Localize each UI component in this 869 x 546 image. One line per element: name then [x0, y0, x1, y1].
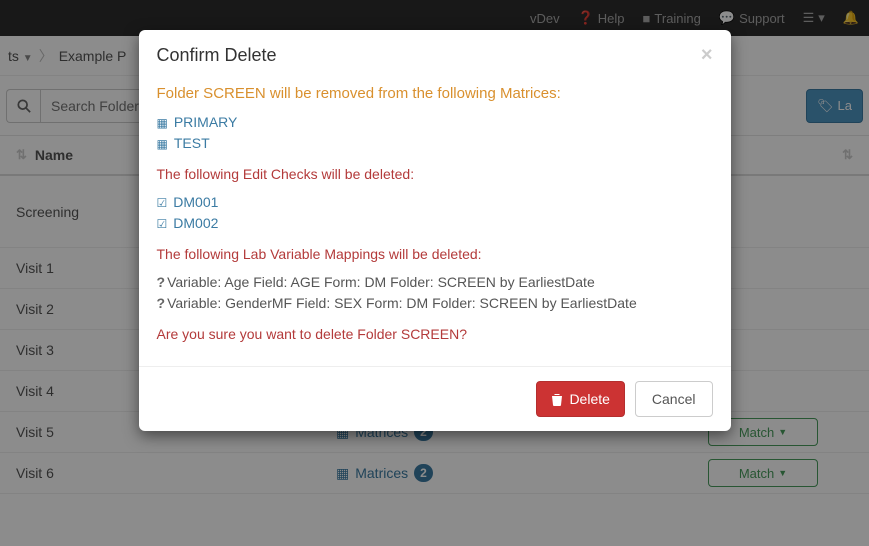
edit-check-link[interactable]: ☑DM002: [157, 213, 713, 234]
close-icon[interactable]: ×: [701, 44, 713, 67]
edit-check-link[interactable]: ☑DM001: [157, 192, 713, 213]
matrix-link[interactable]: ▦PRIMARY: [157, 112, 713, 133]
trash-icon: [551, 393, 563, 406]
matrix-link-list: ▦PRIMARY ▦TEST: [157, 112, 713, 154]
modal-title: Confirm Delete: [157, 45, 277, 66]
modal-backdrop: Confirm Delete × Folder SCREEN will be r…: [0, 0, 869, 546]
matrix-link[interactable]: ▦TEST: [157, 133, 713, 154]
question-icon: ?: [157, 295, 166, 311]
lab-variable: ?Variable: Age Field: AGE Form: DM Folde…: [157, 272, 713, 293]
modal-body: Folder SCREEN will be removed from the f…: [139, 85, 731, 366]
confirm-question: Are you sure you want to delete Folder S…: [157, 326, 713, 342]
question-icon: ?: [157, 274, 166, 290]
check-icon: ☑: [157, 215, 168, 233]
check-icon: ☑: [157, 194, 168, 212]
lab-variable: ?Variable: GenderMF Field: SEX Form: DM …: [157, 293, 713, 314]
grid-icon: ▦: [157, 114, 168, 132]
removed-matrices-msg: Folder SCREEN will be removed from the f…: [157, 85, 713, 102]
modal-footer: Delete Cancel: [139, 366, 731, 431]
confirm-delete-modal: Confirm Delete × Folder SCREEN will be r…: [139, 30, 731, 431]
edit-check-link-list: ☑DM001 ☑DM002: [157, 192, 713, 234]
edit-checks-msg: The following Edit Checks will be delete…: [157, 166, 713, 182]
delete-button[interactable]: Delete: [536, 381, 624, 417]
lab-mappings-msg: The following Lab Variable Mappings will…: [157, 246, 713, 262]
grid-icon: ▦: [157, 135, 168, 153]
cancel-button[interactable]: Cancel: [635, 381, 713, 417]
modal-header: Confirm Delete ×: [139, 30, 731, 81]
lab-var-list: ?Variable: Age Field: AGE Form: DM Folde…: [157, 272, 713, 314]
